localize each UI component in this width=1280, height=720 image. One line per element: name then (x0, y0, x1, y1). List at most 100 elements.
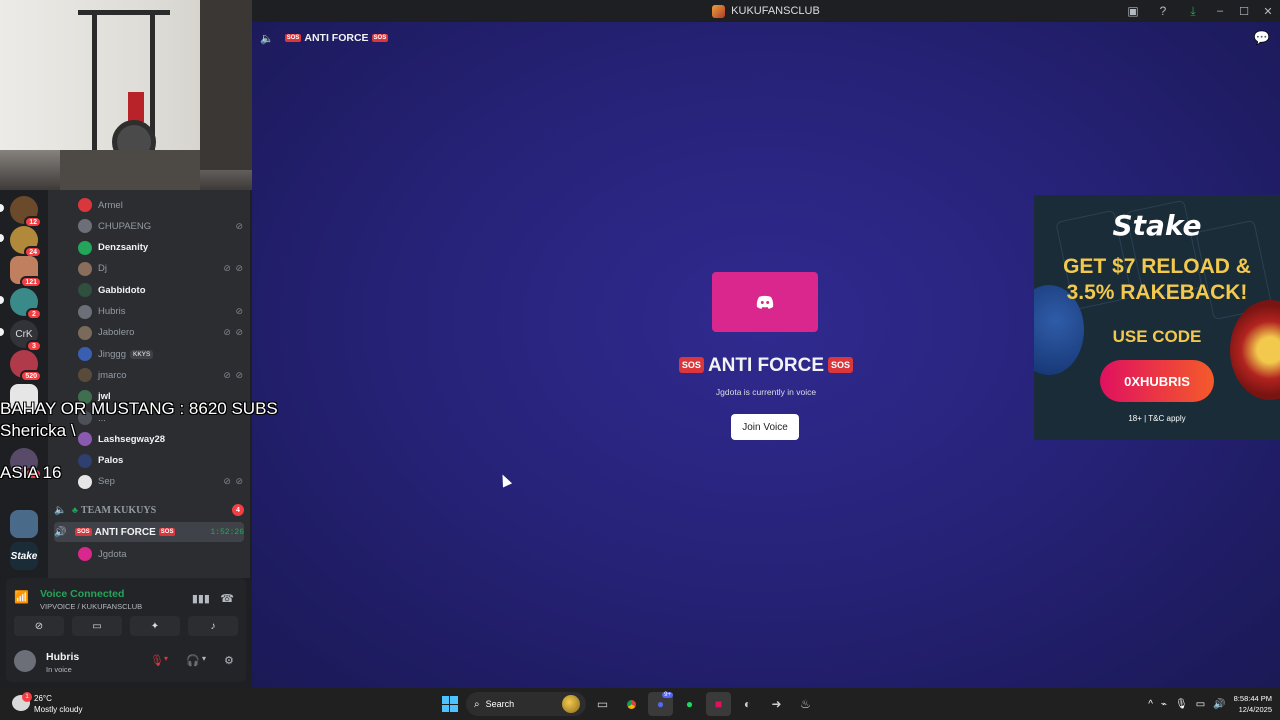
server-icon[interactable]: Stake (10, 542, 38, 570)
system-tray: ^ ⌁ 🎙 ▭ 🔊 8:58:44 PM 12/4/2025 (1148, 692, 1272, 716)
voice-timer: 1:52:26 (210, 527, 244, 537)
member-name: Jabolero (98, 327, 135, 339)
start-button[interactable] (437, 692, 462, 716)
voice-member[interactable]: Gabbidoto (78, 280, 244, 300)
ad-code-label: USE CODE (1112, 327, 1202, 346)
member-tag: KKYS (130, 349, 154, 359)
discord-icon (756, 295, 774, 309)
server-icon[interactable]: 24 (10, 226, 42, 258)
chrome-icon[interactable] (619, 692, 644, 716)
voice-member[interactable]: Jabolero ⊘ ⊘ (78, 323, 244, 343)
member-name: Denzsanity (98, 242, 149, 254)
download-icon[interactable]: ⤓ (1178, 0, 1208, 22)
minimize-button[interactable]: – (1208, 0, 1232, 22)
chevron-down-icon[interactable]: ▾ (164, 654, 168, 663)
file-explorer-icon[interactable]: ▭ (590, 692, 615, 716)
discord-badge: 9+ (662, 692, 673, 698)
avatar (78, 547, 92, 561)
avatar (78, 304, 92, 319)
soundboard-button[interactable]: ♪ (188, 616, 238, 636)
discord-taskbar-icon[interactable]: ● 9+ (648, 692, 673, 716)
server-icon[interactable]: CrK 3 (10, 320, 42, 352)
speaker-icon: 🔈 (54, 504, 67, 516)
media-app-icon[interactable]: ➜ (764, 692, 789, 716)
member-name: jmarco (98, 369, 127, 381)
server-label: Stake (10, 550, 38, 562)
server-icon[interactable]: 520 (10, 350, 42, 382)
voice-member[interactable]: Denzsanity (78, 238, 244, 258)
taskbar: 1 26°C Mostly cloudy ⌕ Search ▭ ● 9+ ● ■ … (0, 688, 1280, 720)
voice-member[interactable]: Dj ⊘ ⊘ (78, 259, 244, 279)
server-icon[interactable]: 12 (10, 196, 42, 228)
server-icon[interactable]: 2 (10, 288, 42, 320)
clock-date: 12/4/2025 (1238, 705, 1272, 714)
member-name: Lashsegway28 (98, 433, 166, 445)
voice-channel-name: ANTI FORCE (94, 526, 156, 538)
voice-member[interactable]: Jgdota (78, 544, 244, 564)
spotify-icon[interactable]: ● (677, 692, 702, 716)
member-name: CHUPAENG (98, 220, 152, 232)
maximize-button[interactable]: ☐ (1232, 0, 1256, 22)
streaming-app-icon[interactable]: ■ (706, 692, 731, 716)
camera-off-button[interactable]: ⊘ (14, 616, 64, 636)
inbox-icon[interactable]: ▣ (1118, 0, 1148, 22)
stake-ad-banner[interactable]: Stake GET $7 RELOAD & 3.5% RAKEBACK! USE… (1034, 195, 1280, 440)
screen-share-button[interactable]: ▭ (72, 616, 122, 636)
chat-icon[interactable]: 💬 (1254, 30, 1270, 46)
screen: KUKUFANSCLUB ▣ ? ⤓ – ☐ ✕ 12 24 121 2 CrK… (0, 0, 1280, 720)
search-highlight-icon (562, 695, 580, 713)
user-status: In voice (46, 665, 72, 674)
avatar (78, 198, 92, 212)
ad-promo-code-button[interactable]: 0XHUBRIS (1100, 360, 1214, 402)
voice-member[interactable]: Jinggg KKYS (78, 344, 244, 364)
unread-count-badge: 4 (232, 504, 244, 516)
voice-member[interactable]: Hubris ⊘ (78, 302, 244, 322)
unread-pill (0, 296, 4, 304)
chevron-down-icon[interactable]: ▾ (202, 654, 206, 663)
avatar (78, 219, 92, 234)
steam-alt-icon[interactable]: ◐ (735, 692, 760, 716)
voice-member[interactable]: Sep ⊘ ⊘ (78, 472, 244, 492)
steam-icon[interactable]: ♨ (793, 692, 818, 716)
settings-icon[interactable]: ⚙ (224, 654, 234, 667)
display-icon[interactable]: ▭ (1196, 699, 1205, 710)
clock[interactable]: 8:58:44 PM 12/4/2025 (1234, 693, 1272, 715)
window-title: KUKUFANSCLUB (731, 5, 820, 17)
headphones-icon[interactable]: 🎧 (186, 654, 200, 667)
help-icon[interactable]: ? (1148, 0, 1178, 22)
voice-location[interactable]: VIPVOICE / KUKUFANSCLUB (40, 602, 142, 611)
voice-member[interactable]: CHUPAENG ⊘ (78, 216, 244, 236)
server-icon[interactable]: 121 (10, 256, 42, 288)
volume-icon[interactable]: 🔊 (1213, 699, 1225, 710)
mute-deafen-icon: ⊘ ⊘ (223, 476, 244, 487)
join-voice-button[interactable]: Join Voice (731, 414, 799, 440)
voice-status-label[interactable]: Voice Connected (40, 588, 124, 600)
chevron-up-icon[interactable]: ^ (1148, 699, 1153, 710)
voice-member[interactable]: jmarco ⊘ ⊘ (78, 365, 244, 385)
server-label: CrK (15, 328, 33, 340)
server-icon[interactable] (10, 510, 38, 538)
taskbar-search[interactable]: ⌕ Search (466, 692, 586, 716)
disconnect-icon[interactable]: ☎ (220, 592, 234, 605)
overlay-subs-text: BAHAY OR MUSTANG : 8620 SUBS (0, 399, 278, 418)
gym-bench (60, 150, 200, 190)
avatar[interactable] (14, 650, 36, 672)
signal-icon[interactable]: 📶 (14, 590, 32, 608)
network-icon[interactable]: ⌁ (1161, 699, 1167, 710)
member-name: Armel (98, 199, 123, 211)
voice-member[interactable]: Lashsegway28 (78, 429, 244, 449)
voice-member[interactable]: Palos (78, 451, 244, 471)
voice-member[interactable]: Armel (78, 195, 244, 215)
microphone-icon[interactable]: 🎙 (1175, 699, 1188, 710)
weather-widget[interactable]: 1 26°C Mostly cloudy (10, 692, 130, 716)
voice-channel-team-kukuys[interactable]: 🔈 ♣ TEAM KUKUYS 4 (54, 500, 244, 520)
activities-button[interactable]: ✦ (130, 616, 180, 636)
voice-channel-anti-force[interactable]: 🔊 SOS ANTI FORCE SOS 1:52:26 (54, 522, 244, 542)
clover-icon: ♣ (72, 505, 78, 515)
avatar (78, 283, 92, 298)
member-name: Gabbidoto (98, 284, 146, 296)
close-button[interactable]: ✕ (1256, 0, 1280, 22)
noise-suppression-icon[interactable]: ▮▮▮ (192, 592, 210, 605)
user-name: Hubris (46, 651, 80, 663)
mic-muted-icon[interactable]: 🎙 (150, 654, 164, 667)
